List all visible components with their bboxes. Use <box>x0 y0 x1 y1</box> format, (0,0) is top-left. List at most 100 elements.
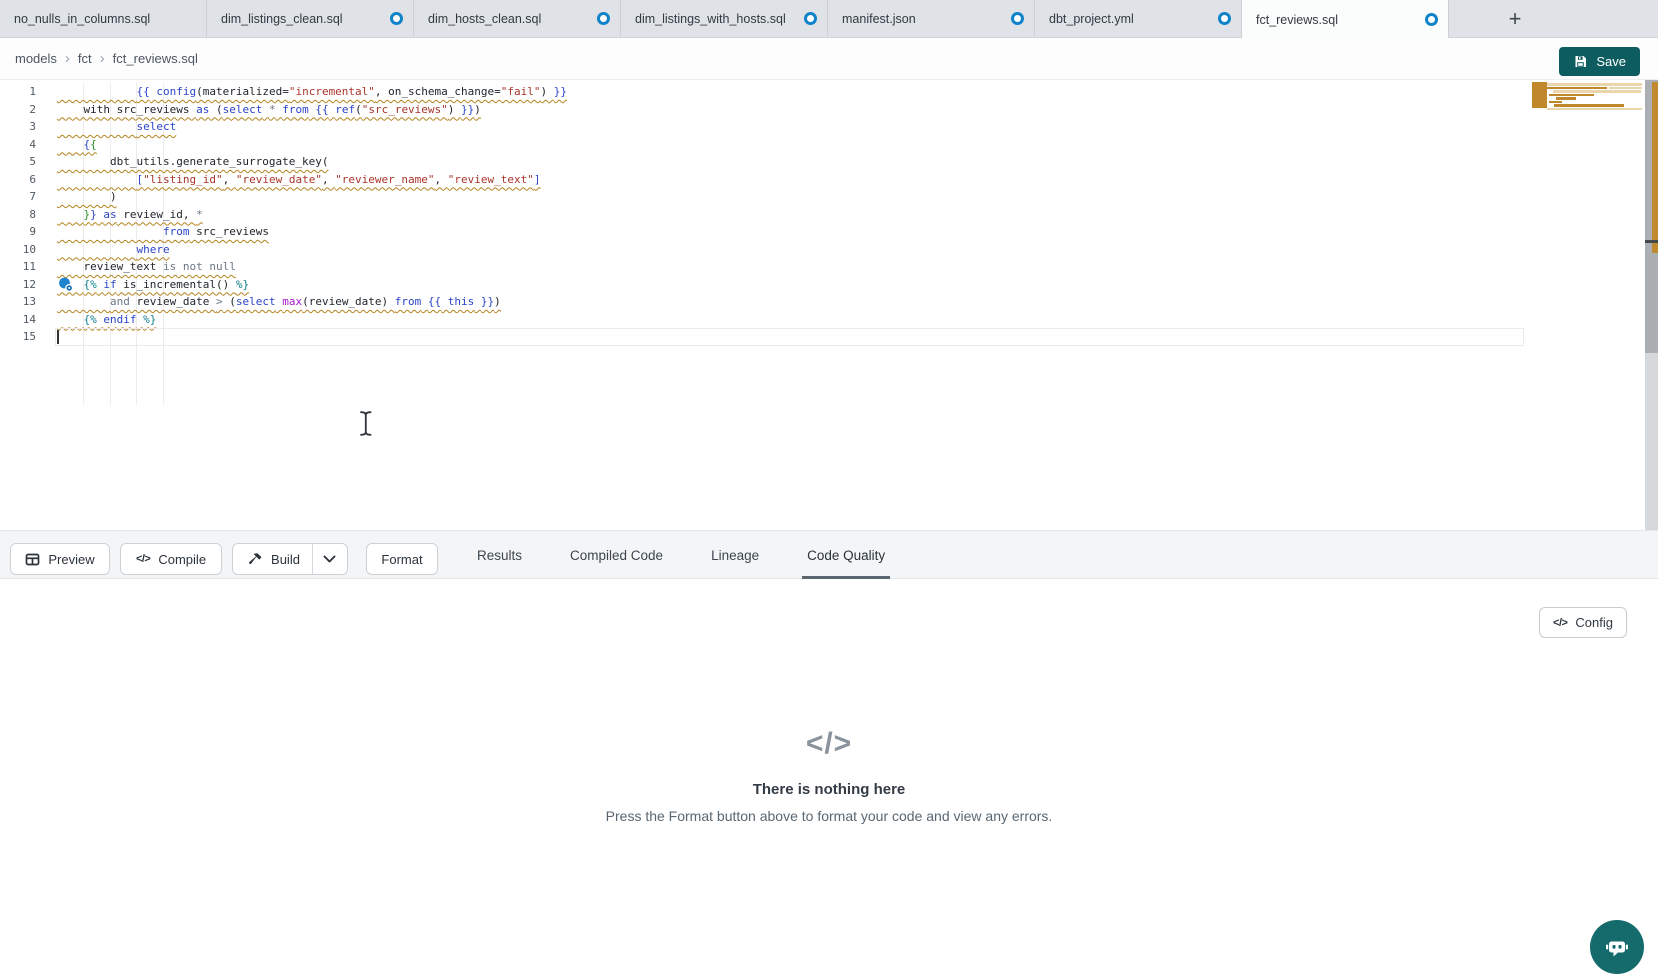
unsaved-changes-dot <box>1218 12 1231 25</box>
panel-tabs: Results Compiled Code Lineage Code Quality <box>472 531 890 579</box>
line-number: 6 <box>0 171 36 189</box>
editor-tab[interactable]: no_nulls_in_columns.sql <box>0 0 207 37</box>
line-number: 2 <box>0 101 36 119</box>
code-line: where <box>57 241 170 259</box>
line-number: 12 <box>0 276 36 294</box>
build-button[interactable]: Build <box>234 544 312 574</box>
panel-tab-lineage[interactable]: Lineage <box>706 531 764 579</box>
code-line: }} as review_id, * <box>57 206 203 224</box>
code-line: dbt_utils.generate_surrogate_key( <box>57 153 329 171</box>
code-quality-panel: </> Config </> There is nothing here Pre… <box>0 579 1658 955</box>
minimap-block <box>1532 82 1547 108</box>
file-tab-bar: no_nulls_in_columns.sqldim_listings_clea… <box>0 0 1658 38</box>
empty-state: </> There is nothing here Press the Form… <box>0 727 1658 824</box>
editor-tab[interactable]: fct_reviews.sql <box>1242 0 1449 39</box>
code-brackets-icon: </> <box>1553 617 1567 629</box>
preview-label: Preview <box>48 552 94 567</box>
code-line: with src_reviews as (select * from {{ re… <box>57 101 481 119</box>
save-button[interactable]: Save <box>1559 47 1640 76</box>
unsaved-changes-dot <box>1425 13 1438 26</box>
preview-grid-icon <box>25 552 40 567</box>
overview-cursor-marker <box>1645 240 1658 243</box>
tab-filename: dim_hosts_clean.sql <box>428 12 591 26</box>
chevron-down-icon <box>323 555 336 564</box>
build-split-button: Build <box>232 543 348 575</box>
chat-assistant-button[interactable] <box>1590 920 1644 974</box>
line-number: 9 <box>0 223 36 241</box>
build-dropdown-button[interactable] <box>312 544 346 574</box>
config-button[interactable]: </> Config <box>1539 607 1627 638</box>
panel-tab-code-quality[interactable]: Code Quality <box>802 531 890 579</box>
minimap-block <box>1554 104 1624 107</box>
tab-filename: fct_reviews.sql <box>1256 13 1419 27</box>
code-line: review_text is not null <box>57 258 236 276</box>
breadcrumb-chevron-icon: › <box>100 52 105 65</box>
overview-warning-stripe <box>1652 82 1658 253</box>
line-number: 3 <box>0 118 36 136</box>
editor-scrollbar[interactable] <box>1645 80 1658 530</box>
line-number: 11 <box>0 258 36 276</box>
code-line: ["listing_id", "review_date", "reviewer_… <box>57 171 541 189</box>
editor-tab[interactable]: dim_listings_with_hosts.sql <box>621 0 828 37</box>
unsaved-changes-dot <box>804 12 817 25</box>
file-header-bar: models › fct › fct_reviews.sql Save <box>0 38 1658 80</box>
code-line: {% if is_incremental() %} <box>57 276 249 294</box>
line-number: 8 <box>0 206 36 224</box>
code-editor[interactable]: 1 {{ config(materialized="incremental", … <box>0 80 1658 530</box>
build-label: Build <box>271 552 300 567</box>
line-number: 4 <box>0 136 36 154</box>
code-brackets-icon: </> <box>136 553 150 565</box>
config-label: Config <box>1575 615 1613 630</box>
minimap-block <box>1549 101 1562 104</box>
minimap-block <box>1547 83 1642 86</box>
unsaved-changes-dot <box>1011 12 1024 25</box>
line-number: 7 <box>0 188 36 206</box>
minimap-block <box>1609 87 1642 90</box>
code-brackets-large-icon: </> <box>0 727 1658 761</box>
editor-tab[interactable]: dbt_project.yml <box>1035 0 1242 37</box>
line-number: 5 <box>0 153 36 171</box>
line-number: 13 <box>0 293 36 311</box>
breadcrumb-segment[interactable]: fct <box>78 51 92 66</box>
breadcrumb: models › fct › fct_reviews.sql <box>15 38 198 79</box>
build-hammer-icon <box>248 552 263 567</box>
format-label: Format <box>381 552 422 567</box>
editor-toolbar: Preview </> Compile Build Format Results… <box>0 530 1658 579</box>
panel-tab-compiled-code[interactable]: Compiled Code <box>565 531 668 579</box>
file-tabs: no_nulls_in_columns.sqldim_listings_clea… <box>0 0 1449 37</box>
panel-tab-results[interactable]: Results <box>472 531 527 579</box>
robot-chat-icon <box>1604 934 1630 960</box>
code-line: from src_reviews <box>57 223 269 241</box>
breadcrumb-chevron-icon: › <box>65 52 70 65</box>
editor-tab[interactable]: manifest.json <box>828 0 1035 37</box>
unsaved-changes-dot <box>597 12 610 25</box>
breadcrumb-segment[interactable]: models <box>15 51 57 66</box>
compile-button[interactable]: </> Compile <box>120 543 222 575</box>
preview-button[interactable]: Preview <box>10 543 110 575</box>
code-line: {% endif %} <box>57 311 156 329</box>
minimap[interactable] <box>1532 82 1645 114</box>
unsaved-changes-dot <box>390 12 403 25</box>
tab-filename: manifest.json <box>842 12 1005 26</box>
minimap-block <box>1553 90 1641 93</box>
save-icon <box>1573 54 1588 69</box>
breadcrumb-segment[interactable]: fct_reviews.sql <box>113 51 198 66</box>
minimap-block <box>1549 94 1594 97</box>
minimap-block <box>1547 108 1642 111</box>
code-line: select <box>57 118 176 136</box>
save-label: Save <box>1596 54 1626 69</box>
line-number: 14 <box>0 311 36 329</box>
compile-label: Compile <box>158 552 206 567</box>
line-number: 15 <box>0 328 36 346</box>
code-line: and review_date > (select max(review_dat… <box>57 293 501 311</box>
new-tab-button[interactable]: + <box>1499 8 1531 30</box>
code-line: ) <box>57 188 117 206</box>
editor-tab[interactable]: dim_listings_clean.sql <box>207 0 414 37</box>
empty-state-subtitle: Press the Format button above to format … <box>0 808 1658 824</box>
editor-tab[interactable]: dim_hosts_clean.sql <box>414 0 621 37</box>
format-button[interactable]: Format <box>366 543 438 575</box>
minimap-block <box>1556 97 1576 100</box>
minimap-block <box>1547 87 1607 90</box>
mouse-ibeam-cursor <box>358 410 374 440</box>
tab-filename: dim_listings_with_hosts.sql <box>635 12 798 26</box>
